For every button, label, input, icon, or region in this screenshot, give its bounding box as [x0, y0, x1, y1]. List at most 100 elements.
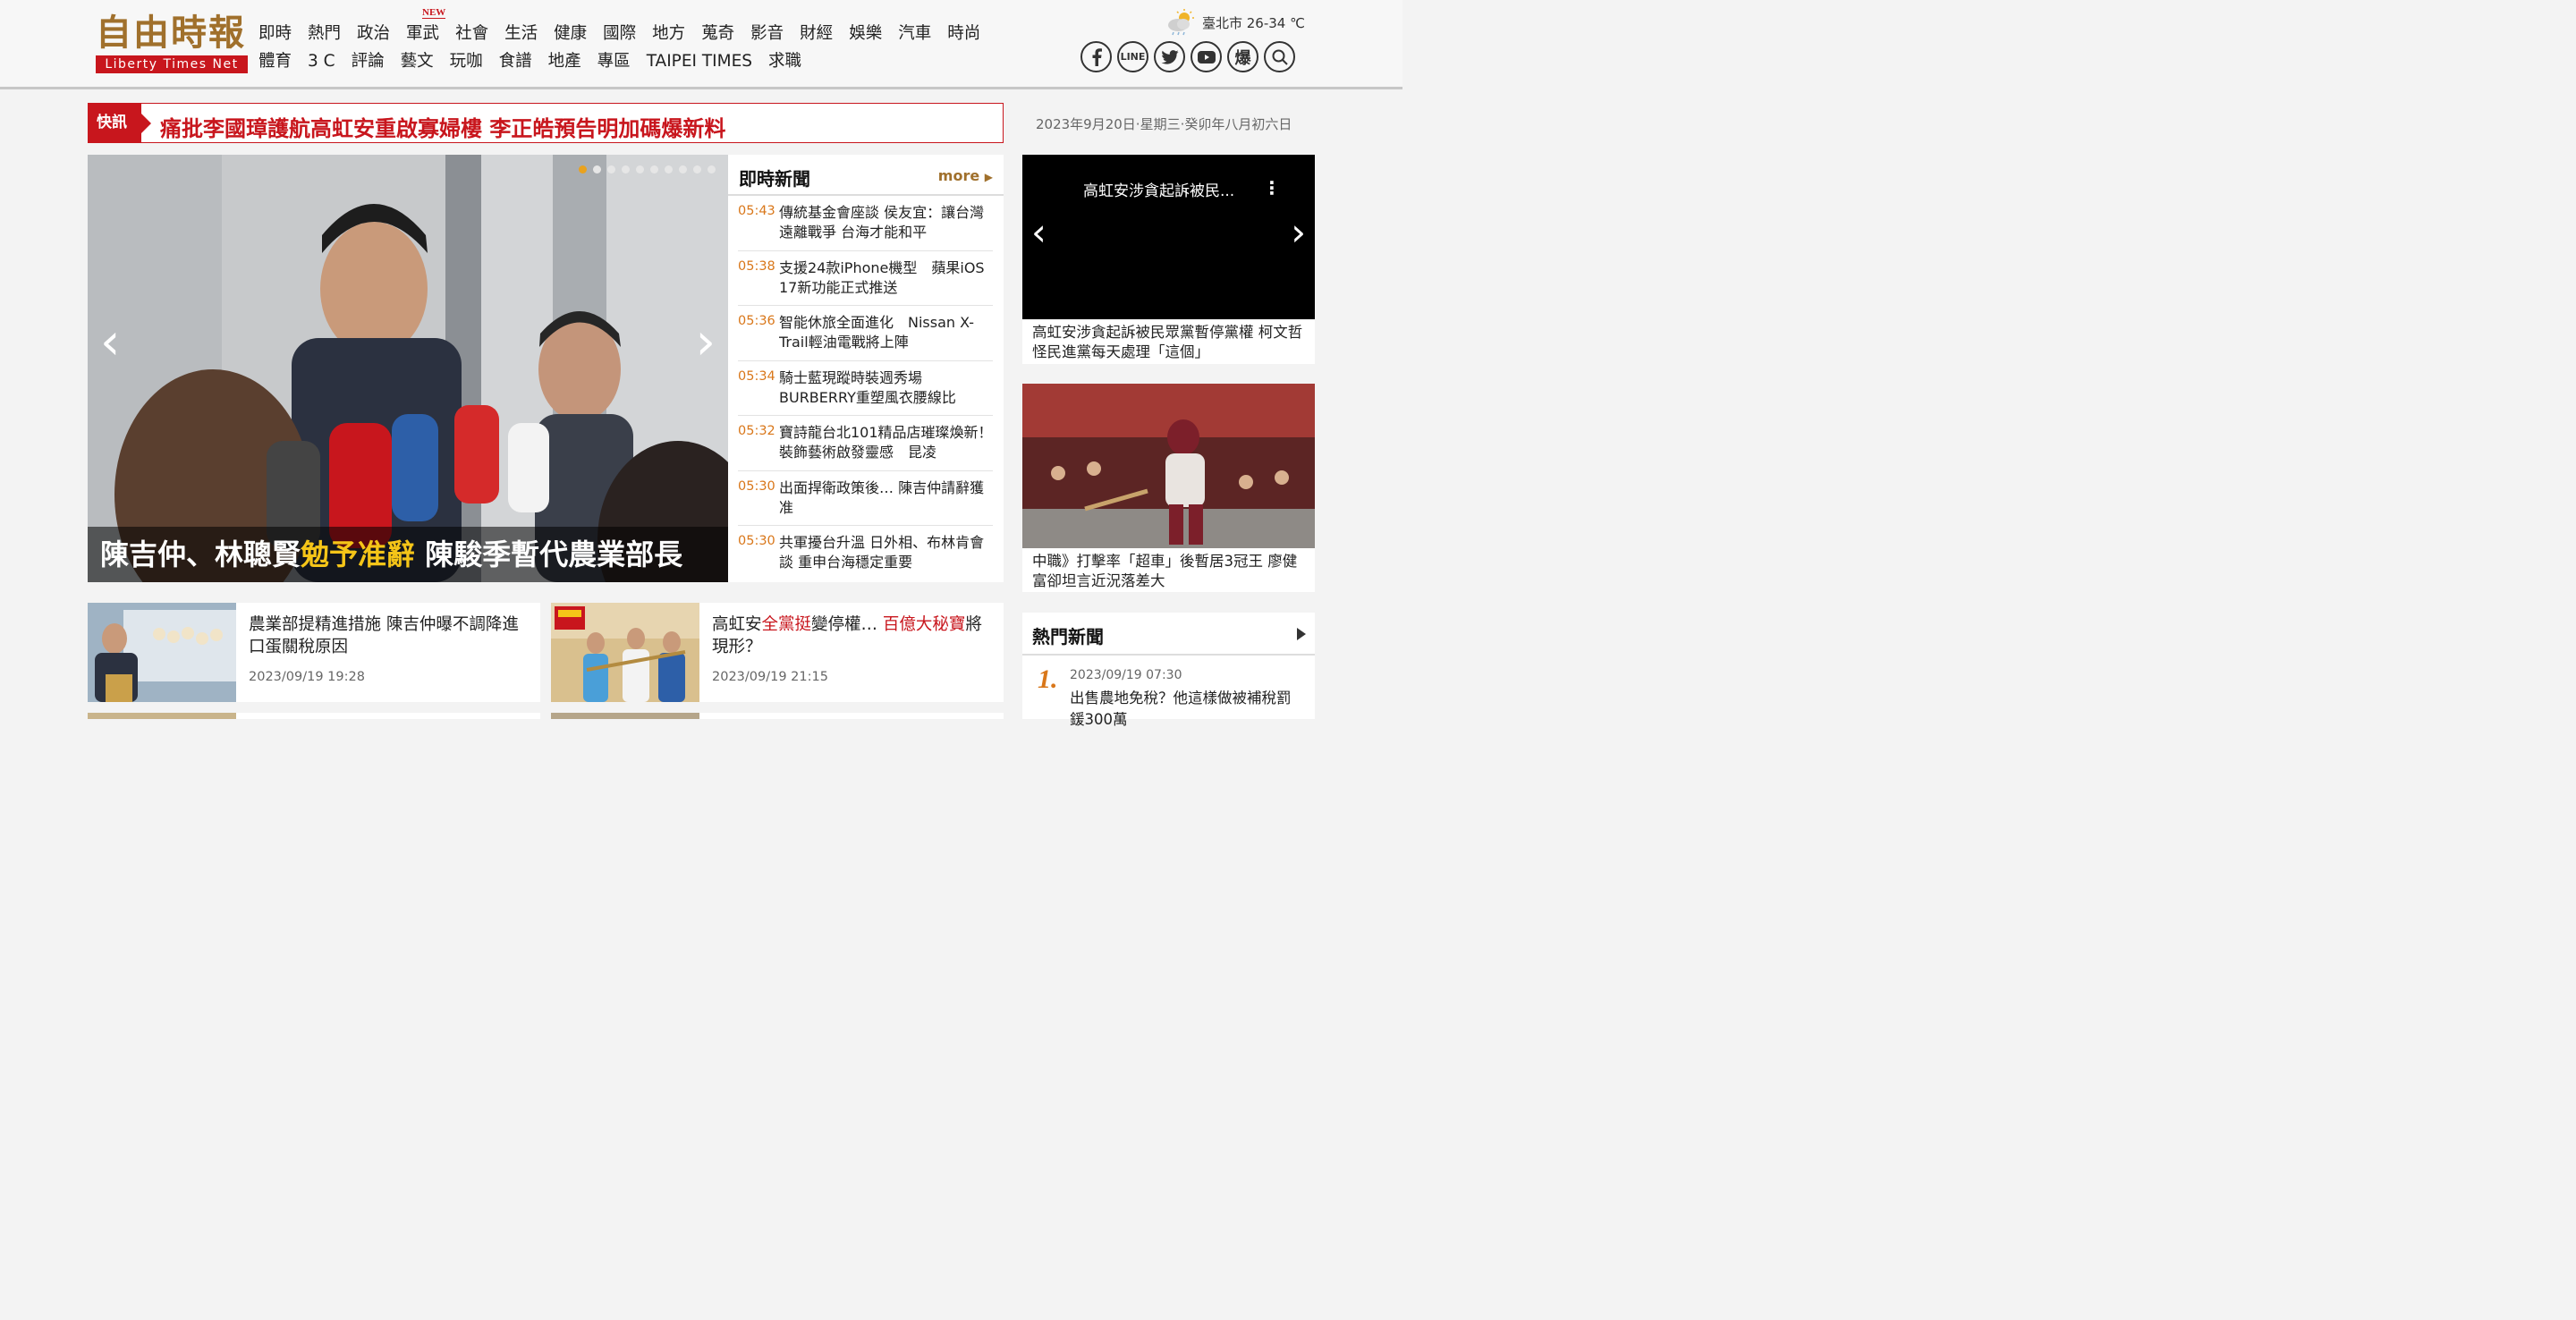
play-arrow-icon[interactable]: [1297, 628, 1306, 640]
hero-caption-pre: 陳吉仲、林聰賢: [100, 537, 301, 571]
nav-item-video[interactable]: 影音: [750, 23, 784, 45]
nav-item-entertainment[interactable]: 娛樂: [849, 23, 882, 45]
story-date: 2023/09/19 19:28: [249, 670, 365, 684]
sports-caption[interactable]: 中職》打擊率「超車」後暫居3冠王 廖健富卻坦言近況落差大: [1022, 548, 1315, 591]
story-date: 2023/09/19 21:15: [712, 670, 828, 684]
list-item[interactable]: 05:30 出面捍衛政策後… 陳吉仲請辭獲准: [738, 471, 993, 526]
news-title[interactable]: 騎士藍現蹤時裝週秀場 BURBERRY重塑風衣腰線比: [779, 368, 993, 409]
nav-item-health[interactable]: 健康: [554, 23, 587, 45]
nav-item-property[interactable]: 地產: [548, 51, 581, 72]
nav-item-arts[interactable]: 藝文: [401, 51, 434, 72]
nav-item-politics[interactable]: 政治: [357, 23, 390, 45]
search-icon[interactable]: [1264, 41, 1295, 72]
list-item[interactable]: 05:36 智能休旅全面進化 Nissan X-Trail輕油電戰將上陣: [738, 306, 993, 361]
nav-item-play[interactable]: 玩咖: [450, 51, 483, 72]
story-title-part: 高虹安: [712, 615, 762, 634]
list-item[interactable]: 05:43 傳統基金會座談 侯友宜：讓台灣遠離戰爭 台海才能和平: [738, 196, 993, 251]
list-item[interactable]: 05:32 寶詩龍台北101精品店璀璨煥新！裝飾藝術啟發靈感 昆凌: [738, 416, 993, 471]
hot-news-date: 2023/09/19 07:30: [1070, 668, 1182, 682]
story-title[interactable]: 高虹安全黨挺變停權… 百億大秘寶將現形？: [712, 613, 989, 658]
hero-caption-post: 陳駿季暫代農業部長: [415, 537, 683, 571]
nav-item-3c[interactable]: 3 C: [308, 51, 335, 72]
news-title[interactable]: 傳統基金會座談 侯友宜：讓台灣遠離戰爭 台海才能和平: [779, 203, 993, 243]
nav-item-recipes[interactable]: 食譜: [499, 51, 532, 72]
carousel-dot[interactable]: [665, 165, 673, 173]
carousel-dot[interactable]: [636, 165, 644, 173]
new-badge: NEW: [422, 7, 446, 19]
instant-news-panel: 即時新聞 more ▶ 05:43 傳統基金會座談 侯友宜：讓台灣遠離戰爭 台海才…: [728, 155, 1004, 582]
nav-item-sports[interactable]: 體育: [258, 51, 292, 72]
partly-cloudy-rain-icon: [1166, 9, 1195, 36]
nav-item-finance[interactable]: 財經: [800, 23, 833, 45]
carousel-dot[interactable]: [607, 165, 615, 173]
nav-item-fashion[interactable]: 時尚: [947, 23, 980, 45]
carousel-dot[interactable]: [708, 165, 716, 173]
instant-news-more-link[interactable]: more ▶: [938, 167, 993, 184]
video-player[interactable]: 高虹安涉貪起訴被民... ⋮ ‹ ›: [1022, 155, 1315, 319]
site-logo[interactable]: 自由時報 Liberty Times Net: [96, 13, 250, 73]
weather-widget[interactable]: 臺北市 26-34 ℃: [1166, 9, 1305, 36]
more-options-icon[interactable]: ⋮: [1263, 177, 1281, 199]
hero-caption[interactable]: 陳吉仲、林聰賢勉予准辭 陳駿季暫代農業部長: [88, 527, 728, 582]
story-card-partial[interactable]: [88, 713, 540, 719]
bao-tip-icon[interactable]: 爆: [1227, 41, 1258, 72]
carousel-dot[interactable]: [693, 165, 701, 173]
story-title-highlight: 全黨挺: [761, 615, 812, 634]
news-title[interactable]: 共軍擾台升溫 日外相、布林肯會談 重申台海穩定重要: [779, 533, 993, 574]
story-thumbnail-partial: [551, 713, 699, 719]
list-item[interactable]: 05:34 騎士藍現蹤時裝週秀場 BURBERRY重塑風衣腰線比: [738, 361, 993, 416]
nav-item-taipei-times[interactable]: TAIPEI TIMES: [647, 51, 752, 72]
carousel-dot[interactable]: [679, 165, 687, 173]
story-card[interactable]: 農業部提精進措施 陳吉仲曝不調降進口蛋關稅原因 2023/09/19 19:28: [88, 603, 540, 702]
news-time: 05:38: [738, 258, 775, 274]
news-title[interactable]: 智能休旅全面進化 Nissan X-Trail輕油電戰將上陣: [779, 313, 993, 353]
nav-item-hot[interactable]: 熱門: [308, 23, 341, 45]
hot-news-headline[interactable]: 出售農地免稅？他這樣做被補稅罰鍰300萬: [1070, 688, 1304, 731]
carousel-dot[interactable]: [650, 165, 658, 173]
line-icon[interactable]: LINE: [1117, 41, 1148, 72]
nav-item-world[interactable]: 國際: [603, 23, 636, 45]
news-title[interactable]: 寶詩龍台北101精品店璀璨煥新！裝飾藝術啟發靈感 昆凌: [779, 423, 993, 463]
video-title[interactable]: 高虹安涉貪起訴被民...: [1083, 178, 1234, 200]
list-item[interactable]: 05:30 共軍擾台升溫 日外相、布林肯會談 重申台海穩定重要: [738, 526, 993, 581]
story-title[interactable]: 農業部提精進措施 陳吉仲曝不調降進口蛋關稅原因: [249, 613, 526, 658]
instant-news-list: 05:43 傳統基金會座談 侯友宜：讓台灣遠離戰爭 台海才能和平 05:38 支援2…: [728, 196, 1004, 581]
sports-card[interactable]: 中職》打擊率「超車」後暫居3冠王 廖健富卻坦言近況落差大: [1022, 384, 1315, 592]
video-caption[interactable]: 高虹安涉貪起訴被民眾黨暫停黨權 柯文哲怪民進黨每天處理「這個」: [1022, 319, 1315, 362]
nav-item-life[interactable]: 生活: [504, 23, 538, 45]
video-prev-icon[interactable]: ‹: [1031, 210, 1046, 254]
news-time: 05:30: [738, 534, 775, 548]
breaking-news-bar[interactable]: 快訊 痛批李國璋護航高虹安重啟寡婦樓 李正皓預告明加碼爆新料: [88, 103, 1004, 143]
social-links: LINE 爆: [1080, 41, 1301, 72]
nav-item-jobs[interactable]: 求職: [768, 51, 801, 72]
news-title[interactable]: 支援24款iPhone機型 蘋果iOS 17新功能正式推送: [779, 258, 993, 299]
carousel-prev-icon[interactable]: ‹: [100, 316, 120, 369]
nav-item-society[interactable]: 社會: [455, 23, 488, 45]
carousel-dot[interactable]: [593, 165, 601, 173]
news-title[interactable]: 出面捍衛政策後… 陳吉仲請辭獲准: [779, 478, 993, 519]
nav-item-instant[interactable]: 即時: [258, 23, 292, 45]
nav-item-special[interactable]: 專區: [597, 51, 631, 72]
list-item[interactable]: 05:38 支援24款iPhone機型 蘋果iOS 17新功能正式推送: [738, 251, 993, 306]
hero-carousel[interactable]: ‹ › 陳吉仲、林聰賢勉予准辭 陳駿季暫代農業部長: [88, 155, 728, 582]
breaking-headline[interactable]: 痛批李國璋護航高虹安重啟寡婦樓 李正皓預告明加碼爆新料: [160, 111, 725, 142]
carousel-next-icon[interactable]: ›: [696, 316, 716, 369]
hot-news-header[interactable]: 熱門新聞: [1022, 613, 1315, 656]
nav-item-auto[interactable]: 汽車: [898, 23, 931, 45]
nav-item-opinion[interactable]: 評論: [352, 51, 385, 72]
site-header: 自由時報 Liberty Times Net NEW 即時 熱門 政治 軍武 社…: [0, 0, 1402, 89]
video-next-icon[interactable]: ›: [1291, 210, 1306, 254]
youtube-icon[interactable]: [1191, 41, 1222, 72]
hot-news-title: 熱門新聞: [1032, 626, 1104, 647]
story-card-partial[interactable]: [551, 713, 1004, 719]
main-nav-row-2: 體育 3 C 評論 藝文 玩咖 食譜 地產 專區 TAIPEI TIMES 求職: [258, 51, 818, 72]
story-card[interactable]: 高虹安全黨挺變停權… 百億大秘寶將現形？ 2023/09/19 21:15: [551, 603, 1004, 702]
nav-item-local[interactable]: 地方: [652, 23, 685, 45]
carousel-dot[interactable]: [579, 165, 587, 173]
nav-item-novelty[interactable]: 蒐奇: [701, 23, 734, 45]
video-card[interactable]: 高虹安涉貪起訴被民... ⋮ ‹ › 高虹安涉貪起訴被民眾黨暫停黨權 柯文哲怪民…: [1022, 155, 1315, 364]
nav-item-military[interactable]: 軍武: [406, 23, 439, 45]
facebook-icon[interactable]: [1080, 41, 1112, 72]
carousel-dot[interactable]: [622, 165, 630, 173]
twitter-icon[interactable]: [1154, 41, 1185, 72]
